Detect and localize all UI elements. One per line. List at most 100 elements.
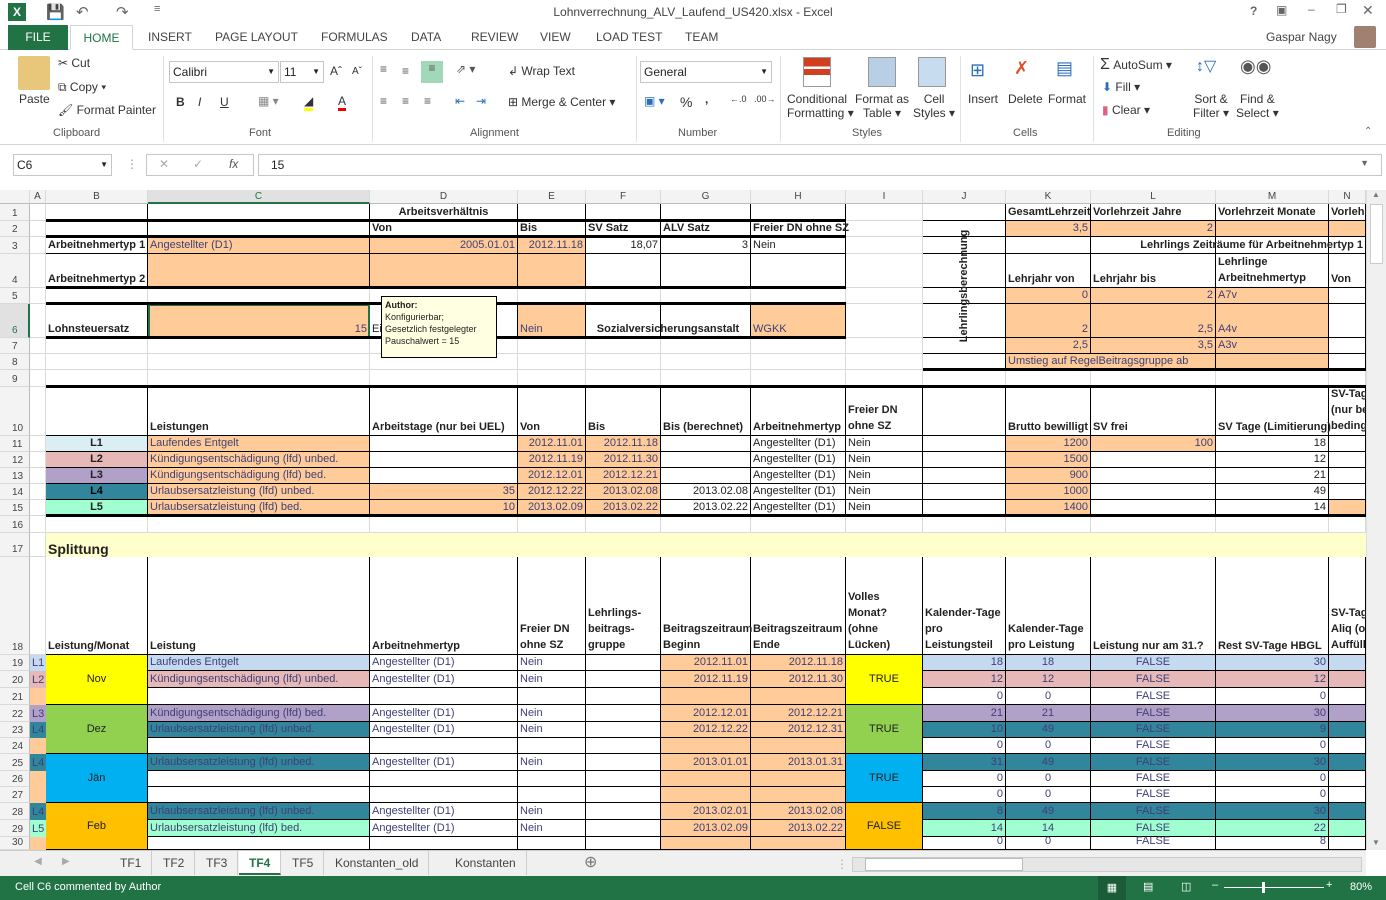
- cell[interactable]: [1091, 516, 1216, 533]
- delete-cells-icon[interactable]: ✗: [1014, 58, 1029, 79]
- cell-l2[interactable]: 2: [1091, 221, 1216, 237]
- cell-d14[interactable]: 35: [370, 484, 518, 500]
- cell[interactable]: [30, 533, 46, 557]
- cell-f3[interactable]: 18,07: [586, 237, 661, 254]
- row-header-26[interactable]: 26: [0, 771, 30, 787]
- cell-d3[interactable]: 2005.01.01: [370, 237, 518, 254]
- cell-b18[interactable]: Leistung/Monat: [46, 557, 148, 655]
- underline-button[interactable]: U: [220, 95, 229, 109]
- row-header-29[interactable]: 29: [0, 820, 30, 837]
- row-header-9[interactable]: 9: [0, 370, 30, 387]
- row-header-8[interactable]: 8: [0, 354, 30, 370]
- cell-n20[interactable]: [1329, 671, 1366, 688]
- cell-j20[interactable]: 12: [923, 671, 1006, 688]
- cell[interactable]: [30, 484, 46, 500]
- cell[interactable]: [661, 338, 751, 354]
- cell-m2[interactable]: [1216, 221, 1329, 237]
- cell-h22[interactable]: 2012.12.21: [751, 705, 846, 722]
- accounting-format-icon[interactable]: ▣ ▾: [644, 94, 665, 108]
- cell[interactable]: [846, 221, 923, 237]
- page-break-view-icon[interactable]: ◫: [1181, 880, 1191, 893]
- cell-c28[interactable]: Urlaubsersatzleistung (lfd) unbed.: [148, 803, 370, 820]
- cell-d4[interactable]: [370, 254, 518, 288]
- cell-n10[interactable]: SV-Tage (nur bei bedingt): [1329, 387, 1366, 436]
- cell-g3[interactable]: 3: [661, 237, 751, 254]
- cell-i18[interactable]: Volles Monat? (ohne Lücken): [846, 557, 923, 655]
- cell-j21[interactable]: 0: [923, 688, 1006, 705]
- cell-a28[interactable]: L4: [30, 803, 46, 820]
- cell[interactable]: [586, 516, 661, 533]
- cell-l24[interactable]: FALSE: [1091, 738, 1216, 754]
- cell-c29[interactable]: Urlaubsersatzleistung (lfd) bed.: [148, 820, 370, 837]
- cell-g26[interactable]: [661, 771, 751, 787]
- cell-f6-g6[interactable]: Sozialversicherungsanstalt: [586, 304, 751, 338]
- cell-k18[interactable]: Kalender-Tage pro Leistung: [1006, 557, 1091, 655]
- cell[interactable]: [1091, 468, 1216, 484]
- borders-icon[interactable]: ▦ ▾: [258, 94, 279, 108]
- cell-b11[interactable]: L1: [46, 436, 148, 452]
- row-header-25[interactable]: 25: [0, 754, 30, 771]
- cell[interactable]: [1216, 516, 1329, 533]
- cell[interactable]: [148, 354, 370, 370]
- cell[interactable]: [30, 304, 46, 338]
- cell-e12[interactable]: 2012.11.19: [518, 452, 586, 468]
- cell-n28[interactable]: [1329, 803, 1366, 820]
- cell-n1[interactable]: Vorlehrzeit: [1329, 204, 1366, 221]
- cell-h28[interactable]: 2013.02.08: [751, 803, 846, 820]
- cell-m5[interactable]: A7v: [1216, 288, 1329, 304]
- clear-button[interactable]: ▮ Clear ▾: [1102, 103, 1150, 117]
- cell-k6[interactable]: 2: [1006, 304, 1091, 338]
- cell[interactable]: [661, 516, 751, 533]
- cell-e24[interactable]: [518, 738, 586, 754]
- cell-b14[interactable]: L4: [46, 484, 148, 500]
- cell[interactable]: [30, 338, 46, 354]
- cell-k11[interactable]: 1200: [1006, 436, 1091, 452]
- cell-m24[interactable]: 0: [1216, 738, 1329, 754]
- cell-g25[interactable]: 2013.01.01: [661, 754, 751, 771]
- cell-h30[interactable]: [751, 837, 846, 850]
- decrease-decimal-icon[interactable]: .00→: [754, 94, 776, 104]
- cell-f13[interactable]: 2012.12.21: [586, 468, 661, 484]
- row-header-4[interactable]: 4: [0, 254, 30, 288]
- paste-icon[interactable]: [18, 56, 50, 90]
- cell[interactable]: [586, 338, 661, 354]
- cell[interactable]: [1329, 338, 1366, 354]
- horizontal-scrollbar[interactable]: [852, 857, 1362, 872]
- cell[interactable]: [661, 468, 751, 484]
- cell[interactable]: [30, 557, 46, 655]
- cell[interactable]: [751, 254, 846, 288]
- cell-k7[interactable]: 2,5: [1006, 338, 1091, 354]
- cell[interactable]: [1329, 516, 1366, 533]
- cell-d10[interactable]: Arbeitstage (nur bei UEL): [370, 387, 518, 436]
- cell-m11[interactable]: 18: [1216, 436, 1329, 452]
- cell-f19[interactable]: [586, 655, 661, 671]
- cell-m4[interactable]: Lehrlinge Arbeitnehmertyp: [1216, 254, 1329, 288]
- cell-g22[interactable]: 2012.12.01: [661, 705, 751, 722]
- cell-e30[interactable]: [518, 837, 586, 850]
- cell-k24[interactable]: 0: [1006, 738, 1091, 754]
- cell-n2[interactable]: [1329, 221, 1366, 237]
- decrease-font-icon[interactable]: Aˇ: [352, 66, 362, 77]
- row-header-15[interactable]: 15: [0, 500, 30, 516]
- page-layout-view-icon[interactable]: ▤: [1143, 880, 1153, 893]
- cell-c4[interactable]: [148, 254, 370, 288]
- cell-i13[interactable]: Nein: [846, 468, 923, 484]
- sheet-tab-tf5[interactable]: TF5: [282, 851, 325, 875]
- cell-j27[interactable]: 0: [923, 787, 1006, 803]
- cell-a24[interactable]: [30, 738, 46, 754]
- cell-j22[interactable]: 21: [923, 705, 1006, 722]
- cell-e19[interactable]: Nein: [518, 655, 586, 671]
- scroll-thumb[interactable]: [1370, 204, 1383, 264]
- cell[interactable]: [148, 516, 370, 533]
- cell-k23[interactable]: 49: [1006, 722, 1091, 738]
- cell[interactable]: [30, 500, 46, 516]
- row-header-24[interactable]: 24: [0, 738, 30, 754]
- cell[interactable]: [846, 304, 923, 338]
- cell-f11[interactable]: 2012.11.18: [586, 436, 661, 452]
- cell-g29[interactable]: 2013.02.09: [661, 820, 751, 837]
- cell-l7[interactable]: 3,5: [1091, 338, 1216, 354]
- cell[interactable]: [1329, 468, 1366, 484]
- normal-view-icon[interactable]: ▦: [1098, 876, 1126, 900]
- cell-i19-i21[interactable]: TRUE: [846, 655, 923, 705]
- cell[interactable]: [30, 452, 46, 468]
